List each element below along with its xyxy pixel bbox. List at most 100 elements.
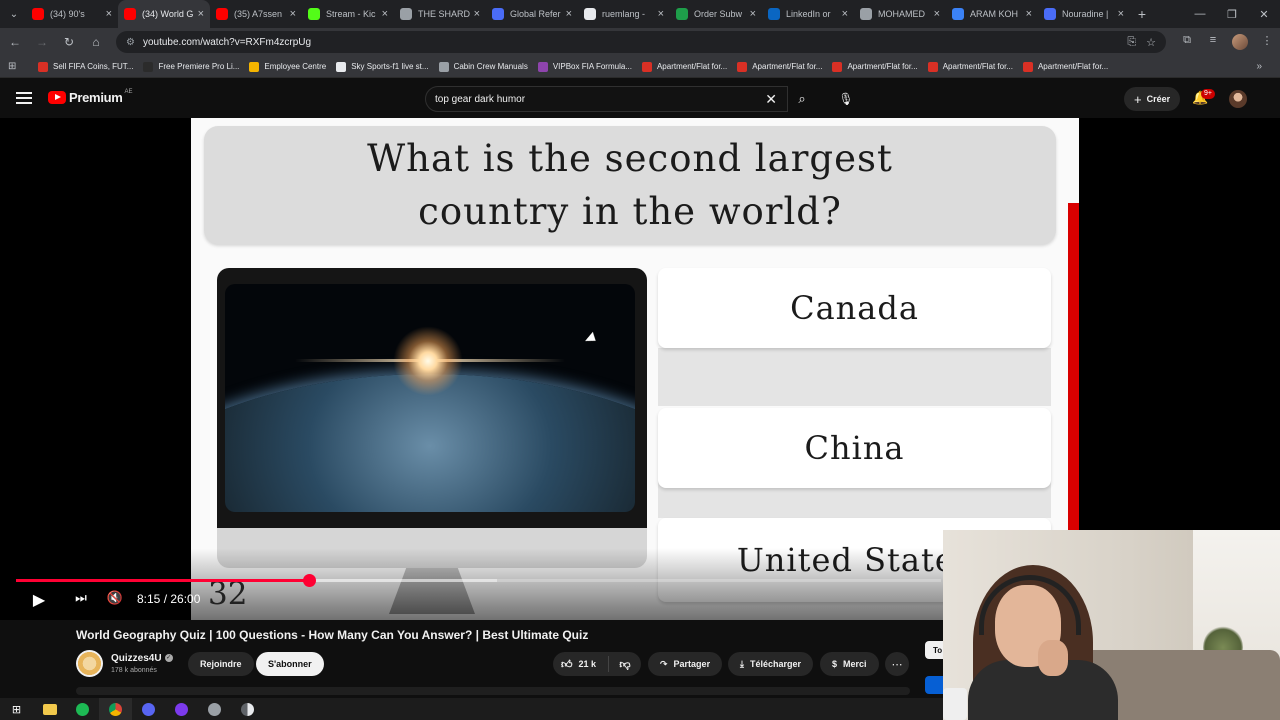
browser-menu-icon[interactable]: ⋮ — [1254, 34, 1280, 50]
tab-title: (35) A7ssen — [234, 9, 283, 19]
site-info-icon[interactable]: ⚙ — [126, 37, 135, 48]
dislike-button[interactable]: 👎︎ — [609, 658, 641, 671]
more-actions-icon[interactable]: ⋯ — [885, 652, 909, 676]
youtube-logo[interactable]: Premium AE — [48, 89, 133, 105]
steam-icon[interactable] — [198, 698, 231, 720]
chrome-icon[interactable] — [99, 698, 132, 720]
browser-tab[interactable]: ruemlang - × — [578, 0, 670, 28]
search-icon[interactable]: ⌕ — [787, 86, 817, 112]
notification-badge: 9+ — [1201, 89, 1215, 99]
join-button[interactable]: Rejoindre — [188, 652, 254, 676]
address-bar[interactable]: ⚙ youtube.com/watch?v=RXFm4zcrpUg ⎘ ☆ — [116, 31, 1166, 53]
minimize-icon[interactable]: — — [1184, 0, 1216, 28]
back-icon[interactable]: ← — [3, 30, 27, 54]
browser-tab[interactable]: (34) World G × — [118, 0, 210, 28]
browser-tab[interactable]: Nouradine | × — [1038, 0, 1130, 28]
tab-close-icon[interactable]: × — [658, 8, 664, 20]
bookmark-item[interactable]: VIPBox FIA Formula... — [537, 61, 632, 72]
next-video-icon[interactable]: ⏭ — [72, 590, 90, 606]
browser-tab[interactable]: (34) 90's × — [26, 0, 118, 28]
tab-close-icon[interactable]: × — [566, 8, 572, 20]
youtube-header: Premium AE top gear dark humor ✕ ⌕ 🎙 + C… — [0, 80, 1280, 118]
channel-avatar[interactable] — [76, 650, 103, 677]
tab-title: (34) 90's — [50, 9, 85, 19]
tab-close-icon[interactable]: × — [106, 8, 112, 20]
browser-tab[interactable]: Order Subw × — [670, 0, 762, 28]
bookmark-item[interactable]: Apartment/Flat for... — [737, 61, 822, 72]
clear-search-icon[interactable]: ✕ — [765, 91, 777, 108]
progress-bar[interactable] — [16, 574, 941, 587]
media-controls-icon[interactable]: ≡ — [1200, 34, 1226, 50]
browser-tab[interactable]: LinkedIn or × — [762, 0, 854, 28]
account-avatar[interactable] — [1229, 90, 1247, 108]
play-icon[interactable]: ▶ — [30, 590, 48, 610]
bookmark-item[interactable]: Apartment/Flat for... — [927, 61, 1013, 72]
windows-taskbar: ⊞ — [0, 698, 943, 720]
tab-favicon-icon — [216, 8, 228, 20]
forward-icon[interactable]: → — [30, 30, 54, 54]
bookmark-label: Sky Sports-f1 live st... — [351, 62, 429, 71]
home-icon[interactable]: ⌂ — [84, 30, 108, 54]
tab-close-icon[interactable]: × — [198, 8, 204, 20]
bookmark-item[interactable]: Free Premiere Pro Li... — [143, 61, 239, 72]
bookmark-item[interactable]: Employee Centre — [249, 61, 326, 72]
bookmarks-overflow-icon[interactable]: » — [1256, 61, 1262, 72]
monitor-illustration — [217, 268, 647, 528]
tab-close-icon[interactable]: × — [382, 8, 388, 20]
sidebar-chip-blue[interactable] — [925, 676, 945, 694]
like-button[interactable]: 👍︎ 21 k — [553, 656, 609, 672]
microphone-icon[interactable]: 🎙 — [832, 86, 860, 112]
browser-tab[interactable]: (35) A7ssen × — [210, 0, 302, 28]
bookmark-item[interactable]: Sell FIFA Coins, FUT... — [38, 61, 133, 72]
browser-tab[interactable]: Global Refer × — [486, 0, 578, 28]
tab-close-icon[interactable]: × — [842, 8, 848, 20]
obs-icon[interactable] — [165, 698, 198, 720]
tab-close-icon[interactable]: × — [290, 8, 296, 20]
tab-close-icon[interactable]: × — [934, 8, 940, 20]
close-window-icon[interactable]: ✕ — [1248, 0, 1280, 28]
tab-search-icon[interactable]: ⌄ — [2, 2, 26, 26]
bookmark-item[interactable]: Cabin Crew Manuals — [438, 61, 528, 72]
bookmark-star-icon[interactable]: ☆ — [1146, 36, 1156, 49]
tab-close-icon[interactable]: × — [474, 8, 480, 20]
bookmark-label: Apartment/Flat for... — [847, 62, 918, 71]
bookmark-item[interactable]: Sky Sports-f1 live st... — [336, 61, 429, 72]
tab-close-icon[interactable]: × — [750, 8, 756, 20]
restore-icon[interactable]: ❐ — [1216, 0, 1248, 28]
tab-close-icon[interactable]: × — [1118, 8, 1124, 20]
thanks-button[interactable]: $ Merci — [820, 652, 879, 676]
bookmark-item[interactable]: Apartment/Flat for... — [641, 61, 727, 72]
bookmark-item[interactable]: Apartment/Flat for... — [1022, 61, 1108, 72]
bookmark-item[interactable]: Apartment/Flat for... — [832, 61, 918, 72]
create-button[interactable]: + Créer — [1124, 87, 1181, 111]
chrome-canary-icon[interactable] — [231, 698, 264, 720]
browser-tab[interactable]: ARAM KOH × — [946, 0, 1038, 28]
browser-tab[interactable]: Stream - Kic × — [302, 0, 394, 28]
browser-tab[interactable]: MOHAMED × — [854, 0, 946, 28]
apps-grid-icon[interactable]: ⊞ — [8, 61, 28, 72]
tab-close-icon[interactable]: × — [1026, 8, 1032, 20]
tab-title: THE SHARD — [418, 9, 470, 19]
muted-volume-icon[interactable]: 🔇 — [106, 590, 124, 606]
url-text: youtube.com/watch?v=RXFm4zcrpUg — [142, 36, 312, 48]
menu-icon[interactable] — [16, 90, 32, 106]
file-explorer-icon[interactable] — [33, 698, 66, 720]
sidebar-chip[interactable]: To — [925, 641, 945, 659]
share-button[interactable]: ↷ Partager — [648, 652, 723, 676]
search-input[interactable]: top gear dark humor ✕ — [425, 86, 788, 112]
bookmark-favicon-icon — [143, 61, 154, 72]
install-app-icon[interactable]: ⎘ — [1127, 36, 1136, 49]
windows-start-icon[interactable]: ⊞ — [0, 698, 33, 720]
channel-name[interactable]: Quizzes4U ✓ — [111, 653, 173, 664]
new-tab-icon[interactable]: + — [1130, 6, 1154, 22]
download-button[interactable]: ⤓ Télécharger — [728, 652, 814, 676]
discord-icon[interactable] — [132, 698, 165, 720]
spotify-icon[interactable] — [66, 698, 99, 720]
subscribe-button[interactable]: S'abonner — [256, 652, 324, 676]
profile-avatar[interactable] — [1232, 34, 1248, 50]
reload-icon[interactable]: ↻ — [57, 30, 81, 54]
tab-favicon-icon — [860, 8, 872, 20]
extensions-icon[interactable]: ⧉ — [1174, 34, 1200, 50]
description-box[interactable] — [76, 687, 910, 695]
browser-tab[interactable]: THE SHARD × — [394, 0, 486, 28]
